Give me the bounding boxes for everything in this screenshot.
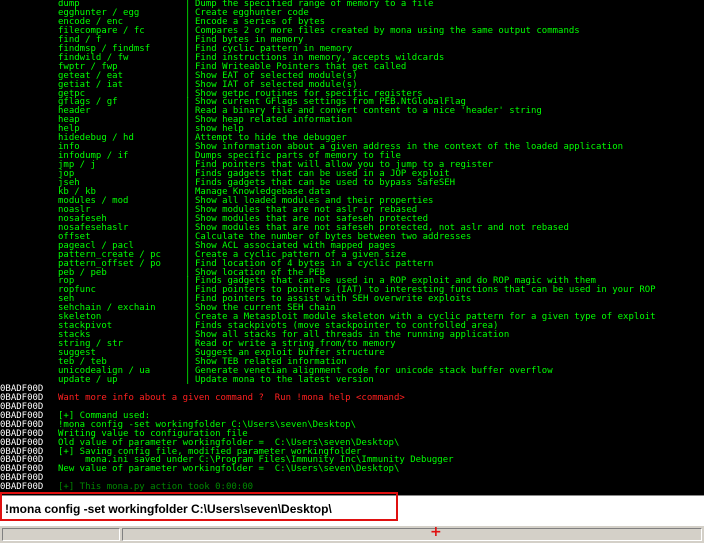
status-segment [122, 528, 702, 541]
plus-cursor-icon: + [430, 524, 442, 540]
command-separator: | [185, 374, 191, 385]
log-window[interactable]: dump | Dump the specified range of memory … [0, 0, 704, 495]
command-name: update / up [58, 374, 118, 385]
log-message: [+] This mona.py action took 0:00:00 [58, 482, 254, 493]
log-message: Want more info about a given command ? R… [58, 392, 405, 403]
log-message: New value of parameter workingfolder = C… [58, 464, 400, 475]
log-address: 0BADF00D [0, 482, 44, 493]
status-segment [2, 528, 120, 541]
command-description: Update mona to the latest version [195, 374, 374, 385]
status-bar [0, 525, 704, 543]
command-input[interactable] [5, 499, 605, 519]
command-bar [0, 495, 704, 526]
